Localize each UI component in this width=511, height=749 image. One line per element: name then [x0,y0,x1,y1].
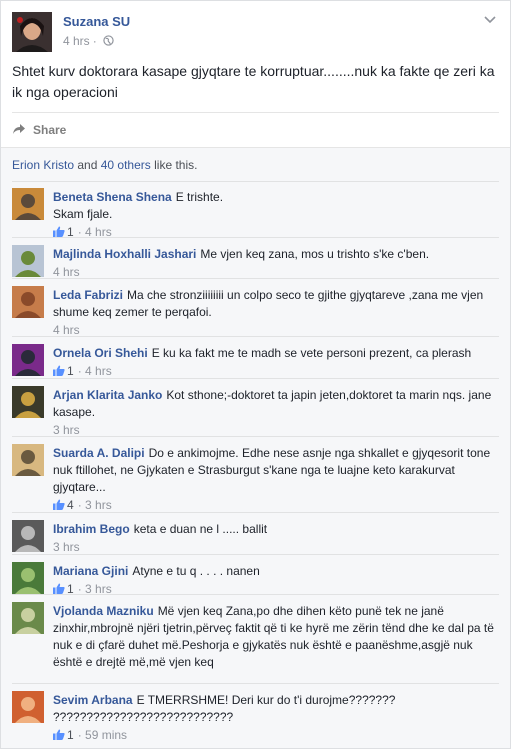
author-avatar[interactable] [12,12,52,52]
comment-divider [12,512,499,513]
comment-content: Beneta Shena Shena E trishte. [53,189,499,206]
divider [12,181,499,182]
comment-divider [12,594,499,595]
commenter-avatar[interactable] [12,188,44,220]
commenter-name[interactable]: Leda Fabrizi [53,288,123,302]
comment-content: Suarda A. Dalipi Do e ankimojme. Edhe nes… [53,445,499,496]
comment-divider [12,278,499,279]
comment-body: Sevim Arbana E TMERRSHME! Deri kur do t'i… [53,692,499,744]
comment-divider [12,336,499,337]
comment-time[interactable]: 3 hrs [53,423,80,437]
comment-text: E trishte. [175,190,224,204]
meta-separator: · [92,34,97,48]
author-name[interactable]: Suzana SU [63,14,130,29]
commenter-name[interactable]: Beneta Shena Shena [53,190,172,204]
commenter-name[interactable]: Ibrahim Bego [53,522,130,536]
comment-meta: 1 · 59 mins [53,726,499,744]
post-text: Shtet kurv doktorara kasape gjyqtare te … [12,63,495,100]
comment-body: Vjolanda Mazniku Më vjen keq Zana,po dhe … [53,603,499,671]
comment-time[interactable]: 4 hrs [53,265,80,279]
comment-content: Vjolanda Mazniku Më vjen keq Zana,po dhe … [53,603,499,671]
commenter-avatar[interactable] [12,245,44,277]
comments-area: Erion Kristo and 40 others like this. Be… [1,147,510,748]
thumbs-up-icon [53,364,65,378]
comment-body: Majlinda Hoxhalli Jashari Me vjen keq zan… [53,246,499,281]
comment-time[interactable]: 4 hrs [53,323,80,337]
comment-content: Leda Fabrizi Ma che stronziiiiiiii un col… [53,287,499,321]
comment-body: Ornela Ori Shehi E ku ka fakt me te madh … [53,345,499,380]
comment-text-line2: ??????????????????????????? [53,710,234,724]
commenter-avatar[interactable] [12,444,44,476]
comment-content: Ibrahim Bego keta e duan ne l ..... balli… [53,521,499,538]
commenter-name[interactable]: Majlinda Hoxhalli Jashari [53,247,196,261]
commenter-avatar[interactable] [12,602,44,634]
comment-content: Arjan Klarita Janko Kot sthone;-doktoret … [53,387,499,421]
commenter-avatar[interactable] [12,386,44,418]
like-count[interactable]: 1 [67,364,74,378]
comment-divider [12,683,499,684]
share-arrow-icon [12,123,26,138]
liker-link[interactable]: Erion Kristo [12,158,74,172]
comment-divider [12,237,499,238]
comment-body: Leda Fabrizi Ma che stronziiiiiiii un col… [53,287,499,339]
likes-suffix: like this. [150,158,198,172]
comment-time[interactable]: 3 hrs [85,498,112,512]
post-card: Suzana SU 4 hrs · Shtet kurv doktorara ka… [0,0,511,749]
comment-content: Mariana Gjini Atyne e tu q . . . . nanen [53,563,499,580]
meta-separator: · [77,498,86,512]
share-label: Share [33,123,67,137]
globe-icon [100,34,114,48]
commenter-name[interactable]: Suarda A. Dalipi [53,446,145,460]
commenter-name[interactable]: Ornela Ori Shehi [53,346,148,360]
commenter-name[interactable]: Sevim Arbana [53,693,133,707]
comment-text: E TMERRSHME! Deri kur do t'i durojme????… [136,693,396,707]
share-button[interactable]: Share [12,121,66,139]
likes-summary: Erion Kristo and 40 others like this. [12,158,197,172]
commenter-name[interactable]: Vjolanda Mazniku [53,604,154,618]
comment-body: Ibrahim Bego keta e duan ne l ..... balli… [53,521,499,556]
commenter-avatar[interactable] [12,562,44,594]
comment-time[interactable]: 4 hrs [85,364,112,378]
comment-content: Majlinda Hoxhalli Jashari Me vjen keq zan… [53,246,499,263]
post-header: Suzana SU 4 hrs · [12,12,510,52]
comment-body: Mariana Gjini Atyne e tu q . . . . nanen 1… [53,563,499,598]
commenter-avatar[interactable] [12,691,44,723]
comment-body: Arjan Klarita Janko Kot sthone;-doktoret … [53,387,499,439]
commenter-name[interactable]: Mariana Gjini [53,564,128,578]
comment-body: Beneta Shena Shena E trishte. Skam fjale. 1… [53,189,499,241]
like-count[interactable]: 4 [67,498,74,512]
divider [12,112,499,113]
post-time[interactable]: 4 hrs [63,34,90,48]
comment-meta: 1 · 3 hrs [53,580,499,598]
comment-divider [12,436,499,437]
comment-text: E ku ka fakt me te madh se vete personi … [151,346,472,360]
comment-body: Suarda A. Dalipi Do e ankimojme. Edhe nes… [53,445,499,514]
meta-separator: · [77,728,86,742]
comment-divider [12,378,499,379]
comment-divider [12,554,499,555]
likes-and: and [74,158,101,172]
comment-content: Sevim Arbana E TMERRSHME! Deri kur do t'i… [53,692,499,709]
comment-time[interactable]: 59 mins [85,728,127,742]
comment-meta: 1 · 4 hrs [53,223,499,241]
commenter-avatar[interactable] [12,344,44,376]
chevron-down-icon[interactable] [484,12,496,27]
comment-content: Ornela Ori Shehi E ku ka fakt me te madh … [53,345,499,362]
comment-time[interactable]: 3 hrs [53,540,80,554]
comment-text: keta e duan ne l ..... ballit [133,522,268,536]
others-link[interactable]: 40 others [101,158,151,172]
meta-separator: · [77,364,86,378]
like-count[interactable]: 1 [67,728,74,742]
commenter-name[interactable]: Arjan Klarita Janko [53,388,162,402]
commenter-avatar[interactable] [12,286,44,318]
thumbs-up-icon [53,728,65,742]
thumbs-up-icon [53,498,65,512]
comment-text-line2: Skam fjale. [53,207,113,221]
commenter-avatar[interactable] [12,520,44,552]
post-meta: 4 hrs · [63,34,114,48]
comment-text: Me vjen keq zana, mos u trishto s'ke c'b… [200,247,430,261]
comment-text: Atyne e tu q . . . . nanen [132,564,260,578]
